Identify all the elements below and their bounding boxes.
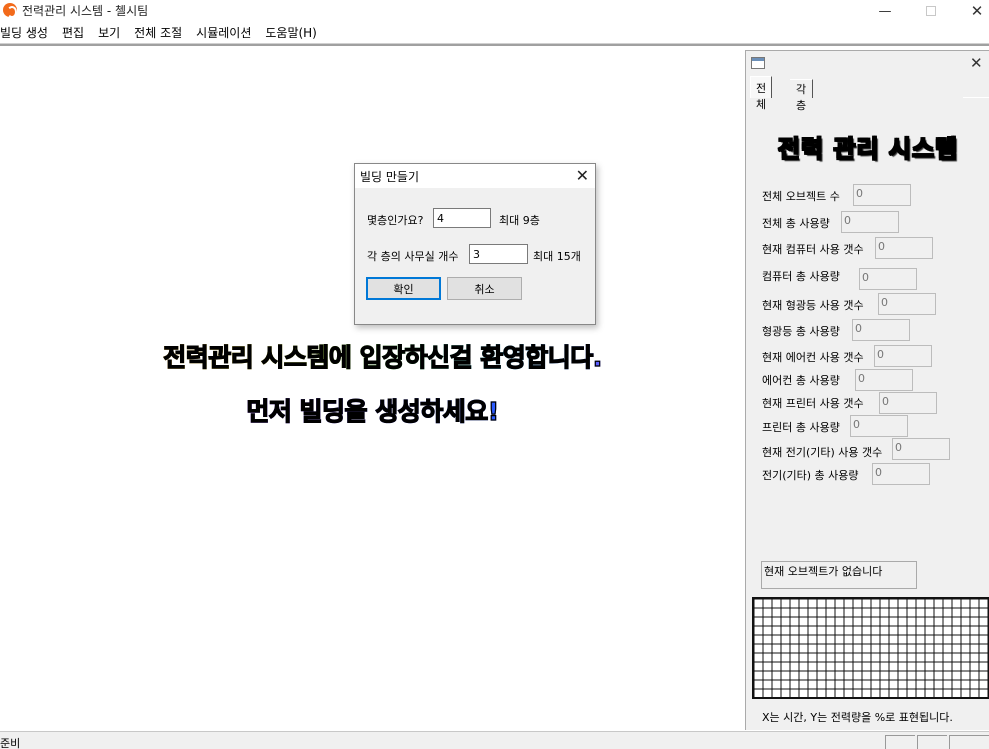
window-title: 전력관리 시스템 - 첼시팀: [22, 4, 149, 18]
welcome-message: 전력관리 시스템에 입장하신걸 환영합니다.: [10, 338, 755, 374]
chart-caption: X는 시간, Y는 전력량을 %로 표현됩니다.: [762, 711, 953, 724]
window-icon: [751, 57, 765, 69]
tab-each-floor[interactable]: 각층: [790, 79, 814, 112]
power-usage-chart: [752, 597, 989, 699]
status-pane-1: [885, 735, 915, 749]
offices-input[interactable]: [469, 244, 528, 264]
stat-label-fluorescent-usage: 형광등 총 사용량: [762, 325, 840, 338]
chart-grid: [754, 599, 988, 697]
stat-label-aircon-usage: 에어컨 총 사용량: [762, 374, 840, 387]
minimize-button[interactable]: —: [862, 0, 908, 22]
power-app-icon: [3, 3, 17, 18]
offices-label: 각 층의 사무실 개수: [367, 250, 459, 263]
stat-label-total-objects: 전체 오브젝트 수: [762, 190, 840, 203]
stat-label-total-usage: 전체 총 사용량: [762, 217, 830, 230]
title-bar: 전력관리 시스템 - 첼시팀 — ✕: [0, 0, 989, 22]
tab-all[interactable]: 전체: [750, 76, 773, 111]
stat-field-printer-usage: 0: [850, 415, 908, 437]
stat-label-aircon-count: 현재 에어컨 사용 갯수: [762, 351, 864, 364]
create-building-prompt: 먼저 빌딩을 생성하세요!: [0, 392, 745, 428]
power-summary-panel: ✕ 전체 각층 전력 관리 시스템 전체 오브젝트 수 0 전체 총 사용량 0…: [745, 50, 989, 730]
stat-field-printer-count: 0: [879, 392, 937, 414]
grid-lines: [754, 599, 988, 697]
menu-divider: [0, 44, 989, 46]
tab-underline: [963, 97, 989, 98]
stat-field-other-usage: 0: [872, 463, 930, 485]
status-bar: 준비: [0, 731, 989, 749]
floors-input[interactable]: [433, 208, 491, 228]
offices-max-label: 최대 15개: [533, 250, 581, 263]
stat-label-other-count: 현재 전기(기타) 사용 갯수: [762, 446, 883, 459]
status-pane-3: [949, 735, 989, 749]
menu-simulation[interactable]: 시뮬레이션: [189, 24, 258, 41]
menu-view[interactable]: 보기: [91, 24, 127, 41]
create-building-dialog: 빌딩 만들기 ✕ 몇층인가요? 최대 9층 각 층의 사무실 개수 최대 15개…: [354, 163, 596, 325]
dialog-close-icon[interactable]: ✕: [576, 166, 589, 185]
maximize-icon: [926, 6, 936, 16]
stat-label-computer-usage: 컴퓨터 총 사용량: [762, 270, 840, 283]
stat-field-aircon-count: 0: [874, 345, 932, 367]
stat-field-computer-usage: 0: [859, 268, 917, 290]
dialog-title-bar: 빌딩 만들기 ✕: [355, 164, 595, 188]
dialog-title: 빌딩 만들기: [360, 170, 420, 184]
floors-label: 몇층인가요?: [367, 214, 424, 227]
stat-field-other-count: 0: [892, 438, 950, 460]
stat-field-fluorescent-count: 0: [878, 293, 936, 315]
menu-global-control[interactable]: 전체 조절: [127, 24, 189, 41]
stat-label-computer-count: 현재 컴퓨터 사용 갯수: [762, 243, 864, 256]
floors-max-label: 최대 9층: [499, 214, 540, 227]
stat-field-computer-count: 0: [875, 237, 933, 259]
ok-button[interactable]: 확인: [366, 277, 441, 300]
menu-help[interactable]: 도움말(H): [258, 24, 324, 41]
stat-field-total-usage: 0: [841, 211, 899, 233]
status-pane-2: [917, 735, 947, 749]
panel-close-icon[interactable]: ✕: [970, 54, 983, 72]
stat-label-fluorescent-count: 현재 형광등 사용 갯수: [762, 299, 864, 312]
maximize-button[interactable]: [908, 0, 954, 22]
stat-label-printer-count: 현재 프린터 사용 갯수: [762, 397, 864, 410]
stat-field-aircon-usage: 0: [855, 369, 913, 391]
menu-bar: 빌딩 생성 편집 보기 전체 조절 시뮬레이션 도움말(H): [0, 22, 989, 44]
stat-label-printer-usage: 프린터 총 사용량: [762, 421, 840, 434]
panel-title: 전력 관리 시스템: [777, 134, 959, 164]
object-status-box: 현재 오브젝트가 없습니다: [761, 561, 917, 589]
menu-edit[interactable]: 편집: [55, 24, 91, 41]
stat-field-total-objects: 0: [853, 184, 911, 206]
menu-building-create[interactable]: 빌딩 생성: [0, 24, 55, 41]
status-text: 준비: [0, 737, 21, 749]
stat-field-fluorescent-usage: 0: [852, 319, 910, 341]
close-button[interactable]: ✕: [954, 0, 989, 22]
cancel-button[interactable]: 취소: [447, 277, 522, 300]
stat-label-other-usage: 전기(기타) 총 사용량: [762, 469, 859, 482]
